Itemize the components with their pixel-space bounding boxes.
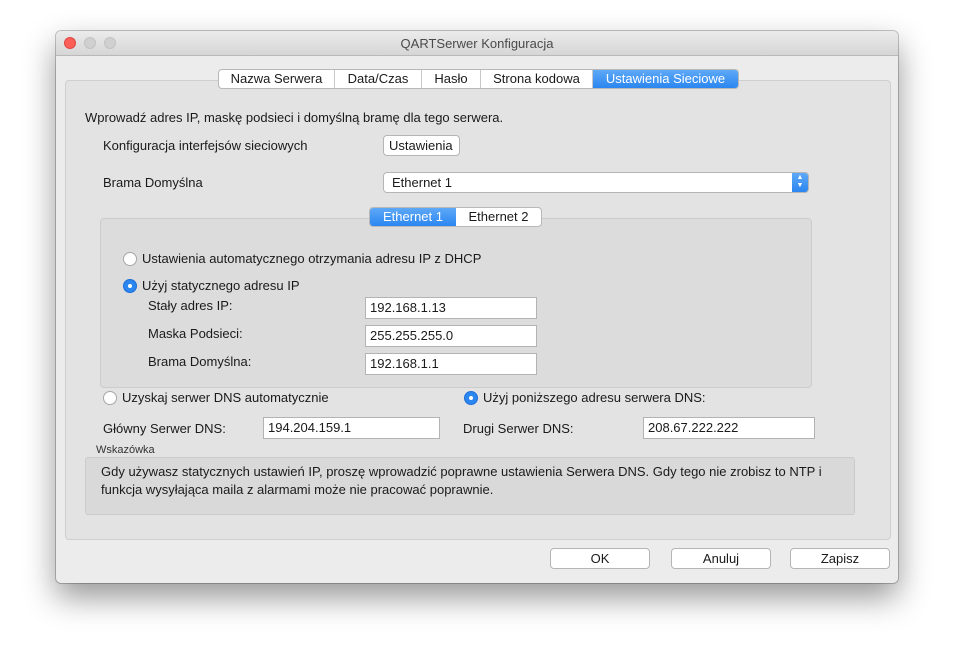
ok-button[interactable]: OK	[550, 548, 650, 569]
gateway-select[interactable]: Ethernet 1 ▲ ▼	[383, 172, 809, 193]
title-bar: QARTSerwer Konfiguracja	[56, 31, 898, 56]
hint-title: Wskazówka	[96, 444, 155, 456]
primary-dns-label: Główny Serwer DNS:	[103, 421, 226, 436]
hint-text: Gdy używasz statycznych ustawień IP, pro…	[101, 464, 822, 497]
tab-password[interactable]: Hasło	[422, 70, 481, 88]
cancel-button[interactable]: Anuluj	[671, 548, 771, 569]
secondary-dns-label: Drugi Serwer DNS:	[463, 421, 574, 436]
interfaces-label: Konfiguracja interfejsów sieciowych	[103, 138, 308, 153]
dns-auto-radio[interactable]	[103, 391, 117, 405]
primary-dns-input[interactable]: 194.204.159.1	[263, 417, 440, 439]
ip-gateway-label: Brama Domyślna:	[148, 354, 252, 369]
interface-tabs: Ethernet 1 Ethernet 2	[369, 207, 542, 227]
tab-date-time[interactable]: Data/Czas	[335, 70, 422, 88]
ip-address-input[interactable]: 192.168.1.13	[365, 297, 537, 319]
tab-code-page[interactable]: Strona kodowa	[481, 70, 593, 88]
config-window: QARTSerwer Konfiguracja Wprowadź adres I…	[56, 31, 898, 583]
dhcp-radio[interactable]	[123, 252, 137, 266]
select-arrows-icon: ▲ ▼	[792, 173, 808, 192]
subnet-mask-input[interactable]: 255.255.255.0	[365, 325, 537, 347]
dns-manual-radio[interactable]	[464, 391, 478, 405]
tab-ethernet-1[interactable]: Ethernet 1	[370, 208, 456, 226]
save-button[interactable]: Zapisz	[790, 548, 890, 569]
secondary-dns-input[interactable]: 208.67.222.222	[643, 417, 815, 439]
hint-box: Gdy używasz statycznych ustawień IP, pro…	[85, 457, 855, 515]
window-title: QARTSerwer Konfiguracja	[400, 36, 554, 51]
ip-settings-group: Ustawienia automatycznego otrzymania adr…	[100, 218, 812, 388]
ip-gateway-input[interactable]: 192.168.1.1	[365, 353, 537, 375]
ip-address-label: Stały adres IP:	[148, 298, 233, 313]
tab-network-settings[interactable]: Ustawienia Sieciowe	[593, 70, 738, 88]
static-ip-radio[interactable]	[123, 279, 137, 293]
dns-auto-label: Uzyskaj serwer DNS automatycznie	[122, 390, 329, 405]
main-tabs: Nazwa Serwera Data/Czas Hasło Strona kod…	[218, 69, 739, 89]
subnet-mask-label: Maska Podsieci:	[148, 326, 243, 341]
intro-text: Wprowadź adres IP, maskę podsieci i domy…	[85, 110, 504, 125]
tab-ethernet-2[interactable]: Ethernet 2	[456, 208, 541, 226]
interfaces-settings-button[interactable]: Ustawienia	[383, 135, 460, 156]
dns-manual-label: Użyj poniższego adresu serwera DNS:	[483, 390, 706, 405]
dhcp-label: Ustawienia automatycznego otrzymania adr…	[142, 251, 482, 266]
tab-server-name[interactable]: Nazwa Serwera	[219, 70, 335, 88]
static-ip-label: Użyj statycznego adresu IP	[142, 278, 300, 293]
gateway-select-label: Brama Domyślna	[103, 175, 203, 190]
gateway-select-value: Ethernet 1	[392, 175, 452, 190]
